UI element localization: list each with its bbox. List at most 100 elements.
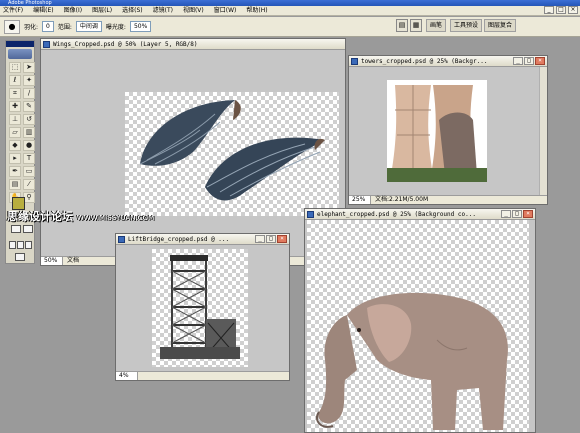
document-title-bar[interactable]: elephant_cropped.psd @ 25% (Background c… <box>305 209 535 220</box>
document-window-liftbridge[interactable]: LiftBridge_cropped.psd @ ... _ □ × 4% <box>115 233 290 381</box>
healing-brush-icon[interactable]: ✚ <box>9 101 21 112</box>
lasso-tool-icon[interactable]: ℓ <box>9 75 21 86</box>
notes-tool-icon[interactable]: ▤ <box>9 179 21 190</box>
magic-wand-icon[interactable]: ✦ <box>23 75 35 86</box>
document-title: LiftBridge_cropped.psd @ ... <box>128 236 230 243</box>
document-title-bar[interactable]: Wings_Cropped.psd @ 50% (Layer 5, RGB/8) <box>41 39 345 50</box>
document-window-elephant[interactable]: elephant_cropped.psd @ 25% (Background c… <box>304 208 536 433</box>
path-select-icon[interactable]: ▸ <box>9 153 21 164</box>
menu-bar: 文件(F) 编辑(E) 图像(I) 图层(L) 选择(S) 滤镜(T) 视图(V… <box>0 6 580 16</box>
document-window-wings[interactable]: Wings_Cropped.psd @ 50% (Layer 5, RGB/8)… <box>40 38 346 266</box>
minimize-button[interactable]: _ <box>255 235 265 243</box>
screen-mode-menu-icon[interactable] <box>17 241 24 249</box>
document-icon <box>351 58 358 65</box>
range-select[interactable]: 中间调 <box>75 21 102 32</box>
blur-tool-icon[interactable]: ◆ <box>9 140 21 151</box>
wings-canvas[interactable] <box>125 92 339 216</box>
eyedropper-icon[interactable]: ⁄ <box>23 179 35 190</box>
palette-tab-tool-presets[interactable]: 工具预设 <box>450 19 483 32</box>
history-brush-icon[interactable]: ↺ <box>23 114 35 125</box>
quick-mask-icon[interactable] <box>23 225 33 233</box>
document-title: Wings_Cropped.psd @ 50% (Layer 5, RGB/8) <box>53 41 198 48</box>
zoom-field[interactable]: 4% <box>116 372 138 380</box>
close-button[interactable]: × <box>523 210 533 218</box>
range-label: 范围: <box>57 24 72 31</box>
menu-edit[interactable]: 编辑(E) <box>33 6 53 16</box>
minimize-button[interactable]: _ <box>513 57 523 65</box>
document-title: towers_cropped.psd @ 25% (Backgr... <box>361 58 488 65</box>
pen-tool-icon[interactable]: ✒ <box>9 166 21 177</box>
toolbox-header[interactable] <box>6 41 34 47</box>
zoom-field[interactable]: 25% <box>349 196 371 204</box>
menu-select[interactable]: 选择(S) <box>122 6 143 16</box>
document-title-bar[interactable]: LiftBridge_cropped.psd @ ... _ □ × <box>116 234 289 245</box>
palette-toggle-icon[interactable]: ▦ <box>410 19 422 32</box>
towers-image <box>387 80 487 182</box>
feather-label: 羽化: <box>24 24 39 31</box>
liftbridge-canvas[interactable] <box>152 249 248 367</box>
feather-field[interactable]: 0 <box>42 21 54 32</box>
exposure-label: 曝光度: <box>105 24 126 31</box>
tool-grid: ⬚ ➤ ℓ ✦ ⌗ ∕ ✚ ✎ ⊥ ↺ ▱ ▥ ◆ ● ▸ T ✒ ▭ ▤ ⁄ … <box>6 62 35 203</box>
close-button[interactable]: × <box>277 235 287 243</box>
maximize-button[interactable]: □ <box>524 57 534 65</box>
towers-canvas[interactable] <box>387 80 487 182</box>
vertical-scrollbar[interactable] <box>539 67 547 195</box>
app-maximize-button[interactable]: □ <box>556 6 566 14</box>
menu-layer[interactable]: 图层(L) <box>92 6 112 16</box>
menu-filter[interactable]: 滤镜(T) <box>153 6 173 16</box>
dodge-tool-icon[interactable]: ● <box>23 140 35 151</box>
type-tool-icon[interactable]: T <box>23 153 35 164</box>
gradient-tool-icon[interactable]: ▥ <box>23 127 35 138</box>
menu-view[interactable]: 视图(V) <box>183 6 204 16</box>
palette-tab-layer-comps[interactable]: 图层复合 <box>484 19 517 32</box>
screen-mode-full-icon[interactable] <box>25 241 32 249</box>
standard-mode-icon[interactable] <box>11 225 21 233</box>
document-info[interactable]: 文档:2.21M/5.00M <box>371 196 428 204</box>
app-close-button[interactable]: × <box>568 6 578 14</box>
crop-tool-icon[interactable]: ⌗ <box>9 88 21 99</box>
eraser-tool-icon[interactable]: ▱ <box>9 127 21 138</box>
watermark: 思缘设计论坛 WWW.MISSYUAN.COM <box>7 208 187 224</box>
document-status-bar: 4% <box>116 371 289 380</box>
palette-tab-brushes[interactable]: 画笔 <box>426 19 447 32</box>
document-icon <box>43 41 50 48</box>
document-title: elephant_cropped.psd @ 25% (Background c… <box>317 211 476 218</box>
watermark-url: WWW.MISSYUAN.COM <box>76 214 155 222</box>
maximize-button[interactable]: □ <box>512 210 522 218</box>
document-window-controls: _ □ × <box>513 57 545 65</box>
clone-stamp-icon[interactable]: ⊥ <box>9 114 21 125</box>
app-window-controls: _ □ × <box>544 6 578 14</box>
elephant-canvas[interactable] <box>307 220 529 432</box>
document-icon <box>118 236 125 243</box>
menu-window[interactable]: 窗口(W) <box>214 6 237 16</box>
document-window-controls: _ □ × <box>255 235 287 243</box>
maximize-button[interactable]: □ <box>266 235 276 243</box>
slice-tool-icon[interactable]: ∕ <box>23 88 35 99</box>
document-icon <box>307 211 314 218</box>
marquee-tool-icon[interactable]: ⬚ <box>9 62 21 73</box>
document-title-bar[interactable]: towers_cropped.psd @ 25% (Backgr... _ □ … <box>349 56 547 67</box>
menu-help[interactable]: 帮助(H) <box>246 6 267 16</box>
exposure-field[interactable]: 50% <box>129 21 152 32</box>
brush-tool-icon[interactable]: ✎ <box>23 101 35 112</box>
app-minimize-button[interactable]: _ <box>544 6 554 14</box>
zoom-field[interactable]: 50% <box>41 257 63 265</box>
wings-image <box>139 100 325 201</box>
minimize-button[interactable]: _ <box>501 210 511 218</box>
watermark-text: 思缘设计论坛 <box>7 210 73 223</box>
move-tool-icon[interactable]: ➤ <box>23 62 35 73</box>
document-info[interactable]: 文档 <box>63 257 79 265</box>
dodge-tool-preset-icon[interactable]: ● <box>4 19 20 34</box>
jump-to-imageready-icon[interactable] <box>15 253 25 261</box>
menu-image[interactable]: 图像(I) <box>64 6 82 16</box>
screen-mode-standard-icon[interactable] <box>9 241 16 249</box>
shape-tool-icon[interactable]: ▭ <box>23 166 35 177</box>
document-window-controls: _ □ × <box>501 210 533 218</box>
menu-file[interactable]: 文件(F) <box>3 6 23 16</box>
close-button[interactable]: × <box>535 57 545 65</box>
document-window-towers[interactable]: towers_cropped.psd @ 25% (Backgr... _ □ … <box>348 55 548 205</box>
photoshop-feather-logo <box>8 49 32 59</box>
file-browser-icon[interactable]: ▤ <box>396 19 408 32</box>
liftbridge-image <box>160 255 240 359</box>
